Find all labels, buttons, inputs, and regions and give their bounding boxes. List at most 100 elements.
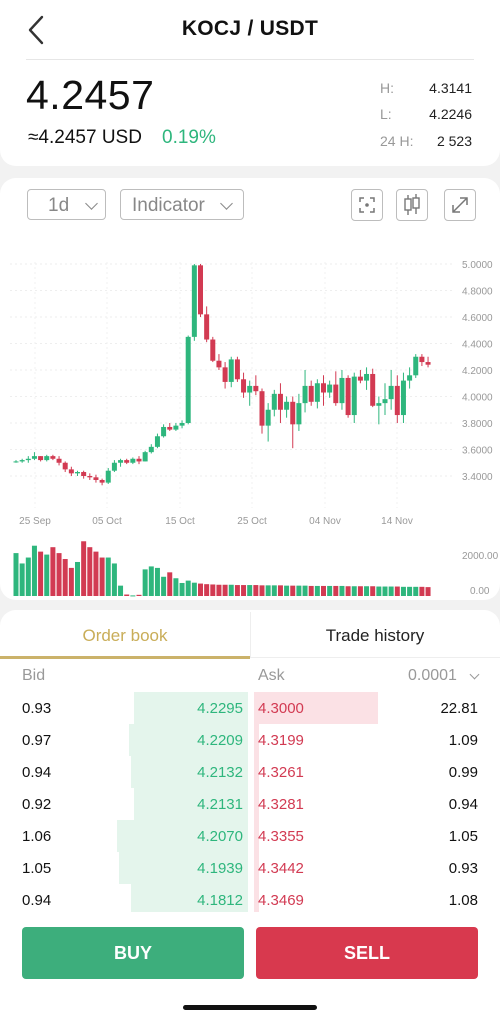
candle-body <box>265 409 271 426</box>
price-tick-label: 5.0000 <box>462 260 493 271</box>
candle-body <box>333 384 339 404</box>
date-tick-label: 05 Oct <box>92 516 122 527</box>
candle-body <box>290 401 296 425</box>
high-value: 4.3141 <box>429 80 472 96</box>
ask-price: 4.3469 <box>258 892 304 909</box>
orderbook-row[interactable]: 1.05 4.1939 4.3442 0.93 <box>0 852 500 884</box>
candle-body <box>210 339 216 361</box>
volume-tick-label: 0.00 <box>470 586 490 597</box>
bid-quantity: 0.94 <box>22 892 52 909</box>
orderbook-row[interactable]: 1.06 4.2070 4.3355 1.05 <box>0 820 500 852</box>
ask-quantity: 1.09 <box>448 732 478 749</box>
ask-price: 4.3281 <box>258 796 304 813</box>
tab-order-book[interactable]: Order book <box>0 614 250 656</box>
nav-bar: KOCJ / USDT <box>0 0 500 60</box>
ask-price: 4.3355 <box>258 828 304 845</box>
volume-bar <box>259 585 265 596</box>
volume-bar <box>87 547 93 596</box>
volume-bar <box>75 561 80 596</box>
orderbook-row[interactable]: 0.97 4.2209 4.3199 1.09 <box>0 724 500 756</box>
volume-bar <box>265 585 271 596</box>
ask-quantity: 0.94 <box>448 796 478 813</box>
bid-price: 4.2131 <box>197 796 243 813</box>
candle-body <box>308 385 314 402</box>
precision-dropdown[interactable]: 0.0001 <box>408 667 480 685</box>
price-tick-label: 4.8000 <box>462 287 493 298</box>
candle-style-button[interactable] <box>396 189 428 221</box>
candle-body <box>130 458 136 463</box>
focus-icon <box>359 197 375 213</box>
bid-quantity: 0.93 <box>22 700 52 717</box>
orderbook-row[interactable]: 0.94 4.2132 4.3261 0.99 <box>0 756 500 788</box>
candle-body <box>302 385 308 404</box>
volume-bar <box>38 551 44 596</box>
volume-bar <box>376 586 382 596</box>
focus-button[interactable] <box>351 189 383 221</box>
candle-body <box>296 403 302 425</box>
volume-bar <box>99 557 105 596</box>
volume-bar <box>179 582 185 596</box>
volume-bar <box>277 585 283 596</box>
buy-button[interactable]: BUY <box>22 927 244 979</box>
volume-bar <box>44 554 50 596</box>
candle-body <box>87 476 93 478</box>
candlestick-icon <box>404 194 420 215</box>
candle-body <box>93 477 99 480</box>
volume-bar <box>339 585 345 596</box>
sell-button[interactable]: SELL <box>256 927 478 979</box>
price-tick-label: 4.2000 <box>462 366 493 377</box>
volume-bar <box>25 557 31 596</box>
interval-dropdown[interactable]: 1d <box>27 189 106 220</box>
volume-bar <box>413 586 419 596</box>
candle-body <box>81 472 87 476</box>
candle-body <box>419 356 425 363</box>
orderbook-row[interactable]: 0.93 4.2295 4.3000 22.81 <box>0 692 500 724</box>
candle-body <box>19 460 25 462</box>
candle-body <box>111 462 117 471</box>
volume-bar <box>118 585 124 596</box>
interval-label: 1d <box>48 195 70 216</box>
orderbook-row[interactable]: 0.92 4.2131 4.3281 0.94 <box>0 788 500 820</box>
volume-bar <box>382 586 388 596</box>
buy-label: BUY <box>113 943 152 963</box>
candle-body <box>394 385 400 416</box>
candle-body <box>351 376 357 416</box>
candle-body <box>31 456 37 459</box>
candle-body <box>179 423 185 426</box>
volume-bar <box>142 569 148 596</box>
precision-label: 0.0001 <box>408 667 457 684</box>
fullscreen-button[interactable] <box>444 189 476 221</box>
date-tick-label: 14 Nov <box>381 516 413 527</box>
volume-bar <box>351 586 357 596</box>
volume-bar <box>321 585 326 596</box>
volume-bar <box>228 584 234 596</box>
volume-bar <box>271 585 277 596</box>
candle-body <box>364 373 370 381</box>
candle-body <box>185 336 191 423</box>
tab-trade-history[interactable]: Trade history <box>250 614 500 656</box>
volume-24h-label: 24 H: <box>380 133 414 149</box>
ask-quantity: 1.08 <box>448 892 478 909</box>
volume-bar <box>345 586 351 596</box>
ask-header: Ask <box>258 667 285 684</box>
volume-bar <box>407 586 413 596</box>
candlestick-chart[interactable]: 5.0000 4.8000 4.6000 4.4000 4.2000 4.0000 3.80… <box>0 225 500 600</box>
bid-quantity: 1.05 <box>22 860 52 877</box>
candle-body <box>161 426 167 437</box>
volume-bar <box>210 584 216 596</box>
volume-bar <box>388 586 394 596</box>
bid-price: 4.2070 <box>197 828 243 845</box>
bid-header: Bid <box>22 667 46 684</box>
volume-bar <box>222 584 228 596</box>
ask-quantity: 22.81 <box>440 700 478 717</box>
price-change: 0.19% <box>162 127 216 148</box>
candle-body <box>357 376 363 381</box>
high-label: H: <box>380 80 394 96</box>
volume-bar <box>364 586 370 596</box>
candle-body <box>400 380 406 416</box>
candle-body <box>327 384 333 393</box>
volume-tick-label: 2000.00 <box>462 551 499 562</box>
volume-bar <box>198 583 203 596</box>
tab-baseline <box>250 657 500 658</box>
indicator-dropdown[interactable]: Indicator <box>120 189 244 220</box>
